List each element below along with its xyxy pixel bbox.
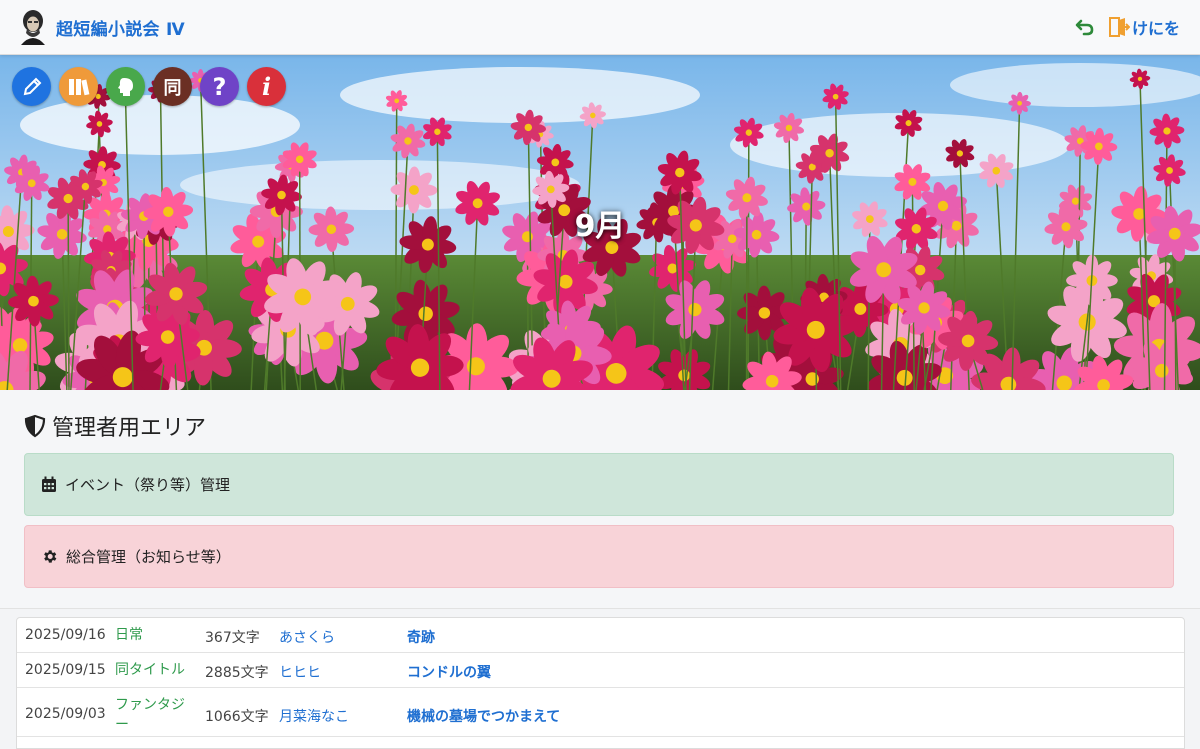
library-button[interactable] (59, 67, 98, 106)
admin-heading: 管理者用エリア (24, 410, 206, 442)
table-row[interactable]: 2025/09/03 ファンタジー 1066文字 月菜海なこ 機械の墓場でつかま… (17, 688, 1184, 737)
post-date: 2025/09/15 (25, 662, 106, 678)
event-management-panel[interactable]: イベント（祭り等）管理 (24, 453, 1174, 516)
head-profile-icon (115, 76, 137, 98)
general-management-panel[interactable]: 総合管理（お知らせ等） (24, 525, 1174, 588)
info-icon: i (262, 72, 271, 101)
help-button[interactable]: ? (200, 67, 239, 106)
post-genre-link[interactable]: 日常 (115, 625, 191, 645)
table-row[interactable]: 2025/09/15 同タイトル 2885文字 ヒヒヒ コンドルの翼 (17, 653, 1184, 688)
post-author-link[interactable]: あさくら (279, 627, 335, 647)
info-button[interactable]: i (247, 67, 286, 106)
post-date: 2025/09/16 (25, 627, 106, 643)
admin-area: 管理者用エリア イベント（祭り等）管理 総合管理（お知らせ等） (0, 390, 1200, 609)
logout-button[interactable]: けにを (1108, 15, 1180, 39)
post-genre-link[interactable]: ファンタジー (115, 695, 191, 735)
post-char-count: 367文字 (205, 627, 260, 647)
profile-button[interactable] (106, 67, 145, 106)
post-author-link[interactable]: 月菜海なこ (279, 706, 349, 726)
books-icon (67, 76, 91, 98)
logout-label: けにを (1132, 15, 1180, 39)
general-management-label: 総合管理（お知らせ等） (66, 546, 231, 567)
author-portrait-logo-icon[interactable] (18, 9, 48, 45)
post-title-link[interactable]: コンドルの翼 (407, 662, 491, 682)
site-title[interactable]: 超短編小説会 Ⅳ (56, 15, 185, 40)
table-row[interactable]: 2025/09/16 日常 367文字 あさくら 奇跡 (17, 618, 1184, 653)
pencil-icon (21, 76, 43, 98)
post-char-count: 1066文字 (205, 706, 269, 726)
calendar-icon (41, 476, 57, 493)
door-exit-icon (1108, 16, 1130, 38)
post-author-link[interactable]: ヒヒヒ (279, 662, 321, 682)
post-char-count: 2885文字 (205, 662, 269, 682)
same-title-button[interactable]: 同 (153, 67, 192, 106)
question-icon: ? (213, 73, 227, 101)
admin-heading-text: 管理者用エリア (52, 410, 206, 442)
post-date: 2025/09/03 (25, 706, 106, 722)
same-kanji-icon: 同 (164, 74, 182, 100)
hero-banner: 9月 同 ? i (0, 55, 1200, 390)
event-management-label: イベント（祭り等）管理 (65, 474, 230, 495)
post-title-link[interactable]: 奇跡 (407, 627, 435, 647)
post-title-link[interactable]: 機械の墓場でつかまえて (407, 706, 560, 726)
category-icon-row: 同 ? i (12, 67, 286, 106)
gear-icon (41, 548, 58, 565)
shield-icon (24, 414, 46, 438)
write-button[interactable] (12, 67, 51, 106)
post-genre-link[interactable]: 同タイトル (115, 660, 191, 680)
post-list: 2025/09/16 日常 367文字 あさくら 奇跡 2025/09/15 同… (16, 617, 1185, 749)
back-arrow-icon[interactable] (1074, 16, 1096, 38)
top-navbar: 超短編小説会 Ⅳ けにを (0, 0, 1200, 55)
month-title: 9月 (0, 201, 1200, 245)
